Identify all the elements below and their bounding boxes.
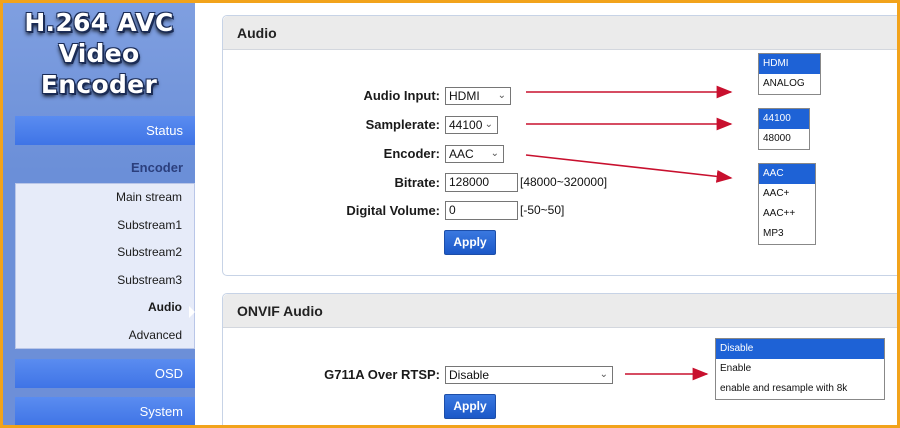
volume-row: Digital Volume: — [303, 202, 440, 220]
option-aac-plus[interactable]: AAC+ — [759, 184, 815, 204]
encoder-select[interactable]: AAC ⌄ — [445, 145, 504, 163]
samplerate-select[interactable]: 44100 ⌄ — [445, 116, 498, 134]
encoder-row: Encoder: — [303, 145, 440, 163]
volume-label: Digital Volume: — [346, 203, 440, 218]
g711-value: Disable — [449, 368, 490, 382]
chevron-down-icon: ⌄ — [497, 90, 506, 101]
option-enable-resample-8k[interactable]: enable and resample with 8k — [716, 379, 884, 399]
option-mp3[interactable]: MP3 — [759, 224, 815, 244]
samplerate-options: 44100 48000 — [758, 108, 810, 150]
option-analog[interactable]: ANALOG — [759, 74, 820, 94]
option-disable[interactable]: Disable — [716, 339, 884, 359]
app-frame: H.264 AVC Video Encoder Status Encoder M… — [3, 3, 897, 425]
option-aac-plus-plus[interactable]: AAC++ — [759, 204, 815, 224]
samplerate-value: 44100 — [449, 118, 483, 132]
audio-panel-title: Audio — [223, 16, 897, 50]
sidebar: H.264 AVC Video Encoder Status Encoder M… — [3, 3, 195, 425]
option-48000[interactable]: 48000 — [759, 129, 809, 149]
active-item-pointer — [189, 306, 195, 318]
g711-select[interactable]: Disable ⌄ — [445, 366, 613, 384]
sidebar-item-advanced[interactable]: Advanced — [16, 322, 194, 350]
samplerate-label: Samplerate: — [365, 117, 440, 132]
audio-input-label: Audio Input: — [363, 88, 440, 103]
logo: H.264 AVC Video Encoder — [3, 7, 195, 100]
bitrate-input[interactable]: 128000 — [445, 173, 518, 192]
nav-status[interactable]: Status — [15, 116, 195, 145]
chevron-down-icon: ⌄ — [599, 369, 608, 380]
audio-input-value: HDMI — [449, 89, 480, 103]
bitrate-label: Bitrate: — [394, 175, 440, 190]
bitrate-range: [48000~320000] — [520, 175, 608, 189]
onvif-panel-title: ONVIF Audio — [223, 294, 897, 328]
audio-input-select[interactable]: HDMI ⌄ — [445, 87, 511, 105]
sidebar-item-audio[interactable]: Audio — [16, 294, 194, 322]
sidebar-item-substream3[interactable]: Substream3 — [16, 267, 194, 295]
option-aac[interactable]: AAC — [759, 164, 815, 184]
logo-line1: H.264 AVC — [24, 8, 174, 37]
chevron-down-icon: ⌄ — [490, 148, 499, 159]
audio-apply-button[interactable]: Apply — [444, 230, 496, 255]
audio-input-row: Audio Input: — [303, 87, 440, 105]
nav-system[interactable]: System — [15, 397, 195, 425]
bitrate-row: Bitrate: — [303, 174, 440, 192]
volume-range: [-50~50] — [520, 203, 565, 217]
chevron-down-icon: ⌄ — [484, 119, 493, 130]
encoder-label: Encoder: — [383, 146, 440, 161]
encoder-submenu: Main stream Substream1 Substream2 Substr… — [15, 183, 195, 349]
encoder-value: AAC — [449, 147, 474, 161]
volume-input[interactable]: 0 — [445, 201, 518, 220]
sidebar-item-substream1[interactable]: Substream1 — [16, 212, 194, 240]
g711-label: G711A Over RTSP: — [324, 367, 440, 382]
audio-input-options: HDMI ANALOG — [758, 53, 821, 95]
sidebar-item-main-stream[interactable]: Main stream — [16, 184, 194, 212]
sidebar-item-substream2[interactable]: Substream2 — [16, 239, 194, 267]
option-44100[interactable]: 44100 — [759, 109, 809, 129]
g711-options: Disable Enable enable and resample with … — [715, 338, 885, 400]
samplerate-row: Samplerate: — [303, 116, 440, 134]
option-enable[interactable]: Enable — [716, 359, 884, 379]
onvif-apply-button[interactable]: Apply — [444, 394, 496, 419]
nav-encoder[interactable]: Encoder — [15, 153, 195, 183]
nav-osd[interactable]: OSD — [15, 359, 195, 388]
option-hdmi[interactable]: HDMI — [759, 54, 820, 74]
logo-line2: Video Encoder — [40, 39, 158, 99]
encoder-options: AAC AAC+ AAC++ MP3 — [758, 163, 816, 245]
g711-row: G711A Over RTSP: — [283, 366, 440, 384]
